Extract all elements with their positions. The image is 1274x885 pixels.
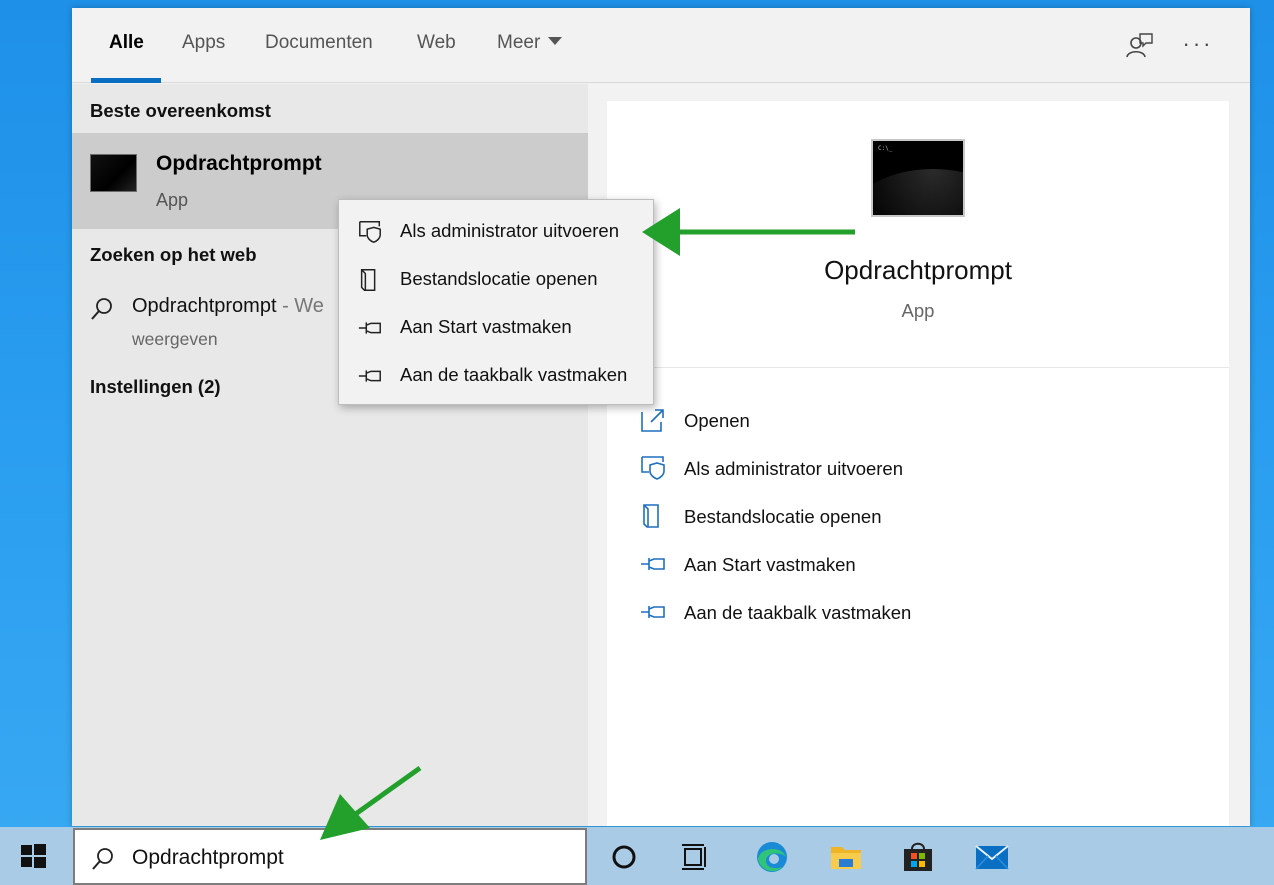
folder-location-icon [360,269,376,291]
search-icon [92,848,113,870]
windows-start-icon[interactable] [18,841,48,871]
tab-meer-label: Meer [497,32,541,53]
tab-bar: Alle Apps Documenten Web Meer ··· [72,8,1250,83]
edge-icon[interactable] [752,837,792,877]
command-prompt-large-icon: C:\_ [871,139,965,217]
menu-item-label: Als administrator uitvoeren [400,220,620,241]
search-input[interactable]: Opdrachtprompt [132,846,284,870]
menu-item-label: Aan de taakbalk vastmaken [400,364,628,385]
search-icon [91,298,112,320]
action-open-file-location[interactable]: Bestandslocatie openen [639,500,1199,534]
action-pin-to-taskbar[interactable]: Aan de taakbalk vastmaken [639,596,1199,630]
pin-icon [641,558,665,570]
store-icon[interactable] [898,837,938,877]
tab-documenten[interactable]: Documenten [265,32,373,54]
task-view-icon[interactable] [676,837,716,877]
action-pin-to-taskbar-label: Aan de taakbalk vastmaken [684,602,912,623]
web-search-title: Opdrachtprompt - We [132,295,324,318]
preview-title: Opdrachtprompt [824,255,1012,285]
folder-location-icon [643,504,659,528]
menu-item-run-as-admin[interactable]: Als administrator uitvoeren [339,209,653,253]
pin-icon [641,606,665,618]
active-tab-indicator [91,78,161,83]
action-open-file-location-label: Bestandslocatie openen [684,506,882,527]
cortana-icon[interactable] [604,837,644,877]
pin-icon [358,370,381,382]
menu-item-pin-to-taskbar[interactable]: Aan de taakbalk vastmaken [339,353,653,397]
tab-apps[interactable]: Apps [182,32,225,54]
action-run-as-admin[interactable]: Als administrator uitvoeren [639,452,1199,486]
tab-alle[interactable]: Alle [109,32,144,54]
shield-run-icon [359,221,381,243]
best-match-subtitle: App [156,190,189,210]
context-menu: Als administrator uitvoeren Bestandsloca… [338,199,654,405]
best-match-heading: Beste overeenkomst [90,100,271,121]
feedback-icon[interactable] [1122,30,1154,62]
menu-item-label: Aan Start vastmaken [400,316,572,337]
menu-item-pin-to-start[interactable]: Aan Start vastmaken [339,305,653,349]
best-match-title: Opdrachtprompt [156,152,322,175]
pin-icon [358,322,381,334]
preview-pane: C:\_ Opdrachtprompt App Openen Als admin… [607,101,1229,826]
caret-down-icon [548,37,563,45]
tab-meer[interactable]: Meer [497,32,563,54]
results-list: Beste overeenkomst Opdrachtprompt App Zo… [72,84,588,826]
web-search-subtitle: weergeven [132,329,218,349]
command-prompt-icon [90,154,137,192]
web-search-heading: Zoeken op het web [90,244,257,265]
taskbar-search-box[interactable]: Opdrachtprompt [73,828,587,885]
tab-web[interactable]: Web [417,32,456,54]
web-search-suffix: - We [276,295,324,317]
icon-shine [873,169,963,215]
preview-subtitle: App [901,300,935,321]
shield-run-icon [641,456,665,480]
action-pin-to-start[interactable]: Aan Start vastmaken [639,548,1199,582]
action-run-as-admin-label: Als administrator uitvoeren [684,458,904,479]
action-pin-to-start-label: Aan Start vastmaken [684,554,856,575]
start-search-panel: Alle Apps Documenten Web Meer ··· Beste … [72,8,1250,826]
file-explorer-icon[interactable] [826,837,866,877]
mail-icon[interactable] [972,837,1012,877]
open-icon [641,409,664,432]
taskbar: Opdrachtprompt [0,827,1274,885]
action-open[interactable]: Openen [639,404,1199,438]
icon-prompt-text: C:\_ [878,145,893,152]
action-open-label: Openen [684,410,750,431]
settings-heading[interactable]: Instellingen (2) [90,376,221,398]
divider [607,367,1229,368]
more-options-icon[interactable]: ··· [1182,30,1214,62]
menu-item-label: Bestandslocatie openen [400,268,598,289]
menu-item-open-file-location[interactable]: Bestandslocatie openen [339,257,653,301]
web-search-query: Opdrachtprompt [132,295,277,317]
